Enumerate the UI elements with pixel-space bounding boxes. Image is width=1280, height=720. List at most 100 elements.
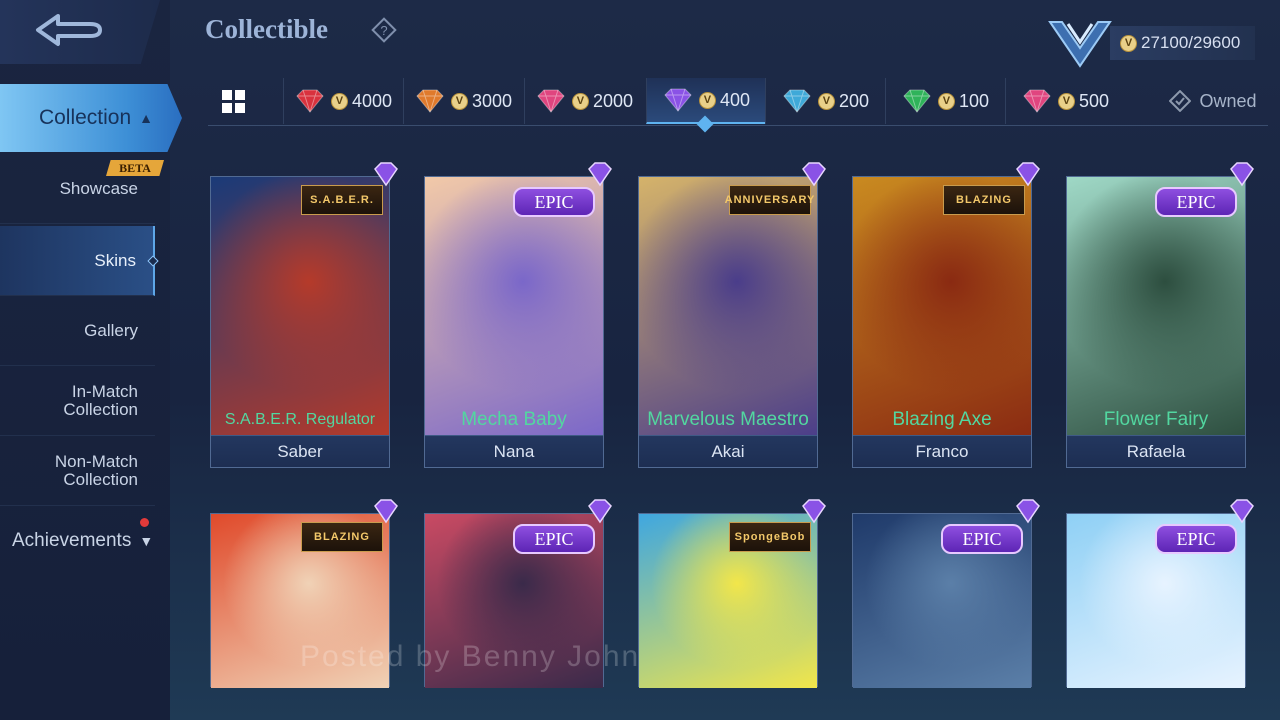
skin-name: Flower Fairy (1103, 409, 1209, 430)
series-badge: BLAZING (943, 185, 1025, 215)
epic-badge: EPIC (1155, 524, 1237, 554)
grid-icon (222, 89, 245, 113)
gem-icon (783, 89, 811, 113)
tier-price: 400 (719, 89, 751, 110)
hero-name-bar: Franco (853, 435, 1031, 467)
skin-card[interactable]: EPIC (1066, 499, 1254, 688)
hero-name: Akai (711, 441, 745, 461)
gem-icon (416, 89, 444, 113)
epic-badge: EPIC (513, 187, 595, 217)
hero-name-bar: Akai (639, 435, 817, 467)
points-value: 27100/29600 (1141, 33, 1241, 52)
collection-points: V 27100/29600 (1040, 20, 1255, 68)
back-button[interactable] (0, 0, 160, 64)
sidebar-item-in-match-collection[interactable]: In-Match Collection (0, 366, 155, 436)
coin-icon: V (698, 91, 716, 109)
coin-icon: V (1120, 34, 1137, 52)
all-tiers-button[interactable] (208, 78, 283, 124)
svg-text:?: ? (380, 23, 387, 38)
hero-name: Rafaela (1126, 441, 1186, 461)
skin-card[interactable]: EPIC Flower Fairy Rafaela (1066, 162, 1254, 468)
owned-filter[interactable]: Owned (1158, 78, 1268, 124)
purple-gem-icon (588, 499, 612, 524)
series-badge: BLAZING (301, 522, 383, 552)
hero-name: Franco (915, 441, 969, 461)
tier-price: 200 (838, 90, 870, 111)
tier-tab-4000[interactable]: V 4000 (283, 78, 403, 124)
sidebar-item-label: Non-Match Collection (54, 451, 138, 489)
points-display: V 27100/29600 (1110, 26, 1255, 60)
skin-card[interactable]: EPIC (852, 499, 1040, 688)
selected-indicator-icon (147, 255, 159, 267)
collection-label: Collection (38, 106, 132, 129)
series-badge: ANNIVERSARY (725, 185, 814, 215)
coin-icon: V (937, 92, 955, 110)
tier-tab-2000[interactable]: V 2000 (524, 78, 644, 124)
gem-icon (296, 89, 324, 113)
sidebar-item-skins[interactable]: Skins (0, 226, 159, 296)
coin-icon: V (817, 92, 835, 110)
skin-name: Marvelous Maestro (647, 409, 809, 430)
gem-icon (664, 88, 692, 112)
rank-emblem-icon (1048, 21, 1112, 68)
collection-button[interactable]: Collection ▲ (0, 84, 182, 152)
sidebar-item-label: In-Match Collection (63, 381, 138, 419)
purple-gem-icon (1230, 499, 1254, 524)
tier-tab-100[interactable]: V 100 (885, 78, 1005, 124)
gem-icon (903, 89, 931, 113)
purple-gem-icon (588, 162, 612, 187)
gem-icon (1023, 89, 1051, 113)
owned-icon (1169, 90, 1192, 112)
purple-gem-icon (1230, 162, 1254, 187)
purple-gem-icon (1016, 162, 1040, 187)
sidebar-item-non-match-collection[interactable]: Non-Match Collection (0, 436, 155, 506)
purple-gem-icon (802, 499, 826, 524)
series-badge: SpongeBob (729, 522, 811, 552)
purple-gem-icon (374, 162, 398, 187)
hero-name: Nana (493, 441, 535, 461)
owned-label: Owned (1199, 90, 1257, 111)
achievements-label: Achievements (12, 530, 132, 551)
series-badge: S.A.B.E.R. (301, 185, 383, 215)
sidebar-item-label: Gallery (84, 320, 138, 340)
sidebar: Collection ▲ BETA Showcase Skins Gallery… (0, 0, 182, 720)
coin-icon: V (330, 92, 348, 110)
page-title: Collectible (205, 14, 328, 44)
sidebar-item-showcase[interactable]: Showcase (0, 154, 155, 224)
skin-name: Blazing Axe (892, 409, 992, 430)
sidebar-item-label: Skins (94, 250, 136, 270)
chevron-down-icon: ▼ (139, 533, 154, 549)
skin-card[interactable]: EPIC Mecha Baby Nana (424, 162, 612, 468)
tier-tab-3000[interactable]: V 3000 (403, 78, 523, 124)
coin-icon: V (450, 92, 468, 110)
coin-icon: V (1057, 92, 1075, 110)
tier-price: 4000 (351, 90, 393, 111)
chevron-up-icon: ▲ (139, 110, 154, 126)
watermark-text: Posted by Benny John (300, 640, 641, 673)
sidebar-item-achievements[interactable]: Achievements ▼ (12, 530, 153, 552)
sidebar-item-label: Showcase (59, 178, 138, 198)
tier-price: 100 (958, 90, 990, 111)
skin-name: S.A.B.E.R. Regulator (224, 411, 376, 428)
skin-card[interactable]: BLAZING Blazing Axe Franco (852, 162, 1040, 468)
coin-icon: V (571, 92, 589, 110)
skin-name: Mecha Baby (461, 409, 567, 430)
epic-badge: EPIC (1155, 187, 1237, 217)
hero-name-bar: Nana (425, 435, 603, 467)
notification-dot (140, 518, 149, 527)
purple-gem-icon (1016, 499, 1040, 524)
tier-filter-bar: V 4000 V 3000 V 2000 V 400 V 200 V 100 V 500 Owned (208, 78, 1268, 133)
skin-artwork (853, 177, 1031, 439)
tier-price: 2000 (592, 90, 634, 111)
hero-name: Saber (277, 441, 323, 461)
skin-artwork (639, 177, 817, 439)
skin-card[interactable]: ANNIVERSARY Marvelous Maestro Akai (638, 162, 826, 468)
tier-tab-200[interactable]: V 200 (765, 78, 885, 124)
tier-tab-500[interactable]: V 500 (1005, 78, 1125, 124)
help-icon[interactable]: ? (370, 16, 398, 44)
skin-card[interactable]: S.A.B.E.R. S.A.B.E.R. Regulator Saber (210, 162, 398, 468)
skin-card[interactable]: SpongeBob (638, 499, 826, 688)
hero-name-bar: Rafaela (1067, 435, 1245, 467)
sidebar-item-gallery[interactable]: Gallery (0, 296, 155, 366)
tier-price: 500 (1078, 90, 1110, 111)
